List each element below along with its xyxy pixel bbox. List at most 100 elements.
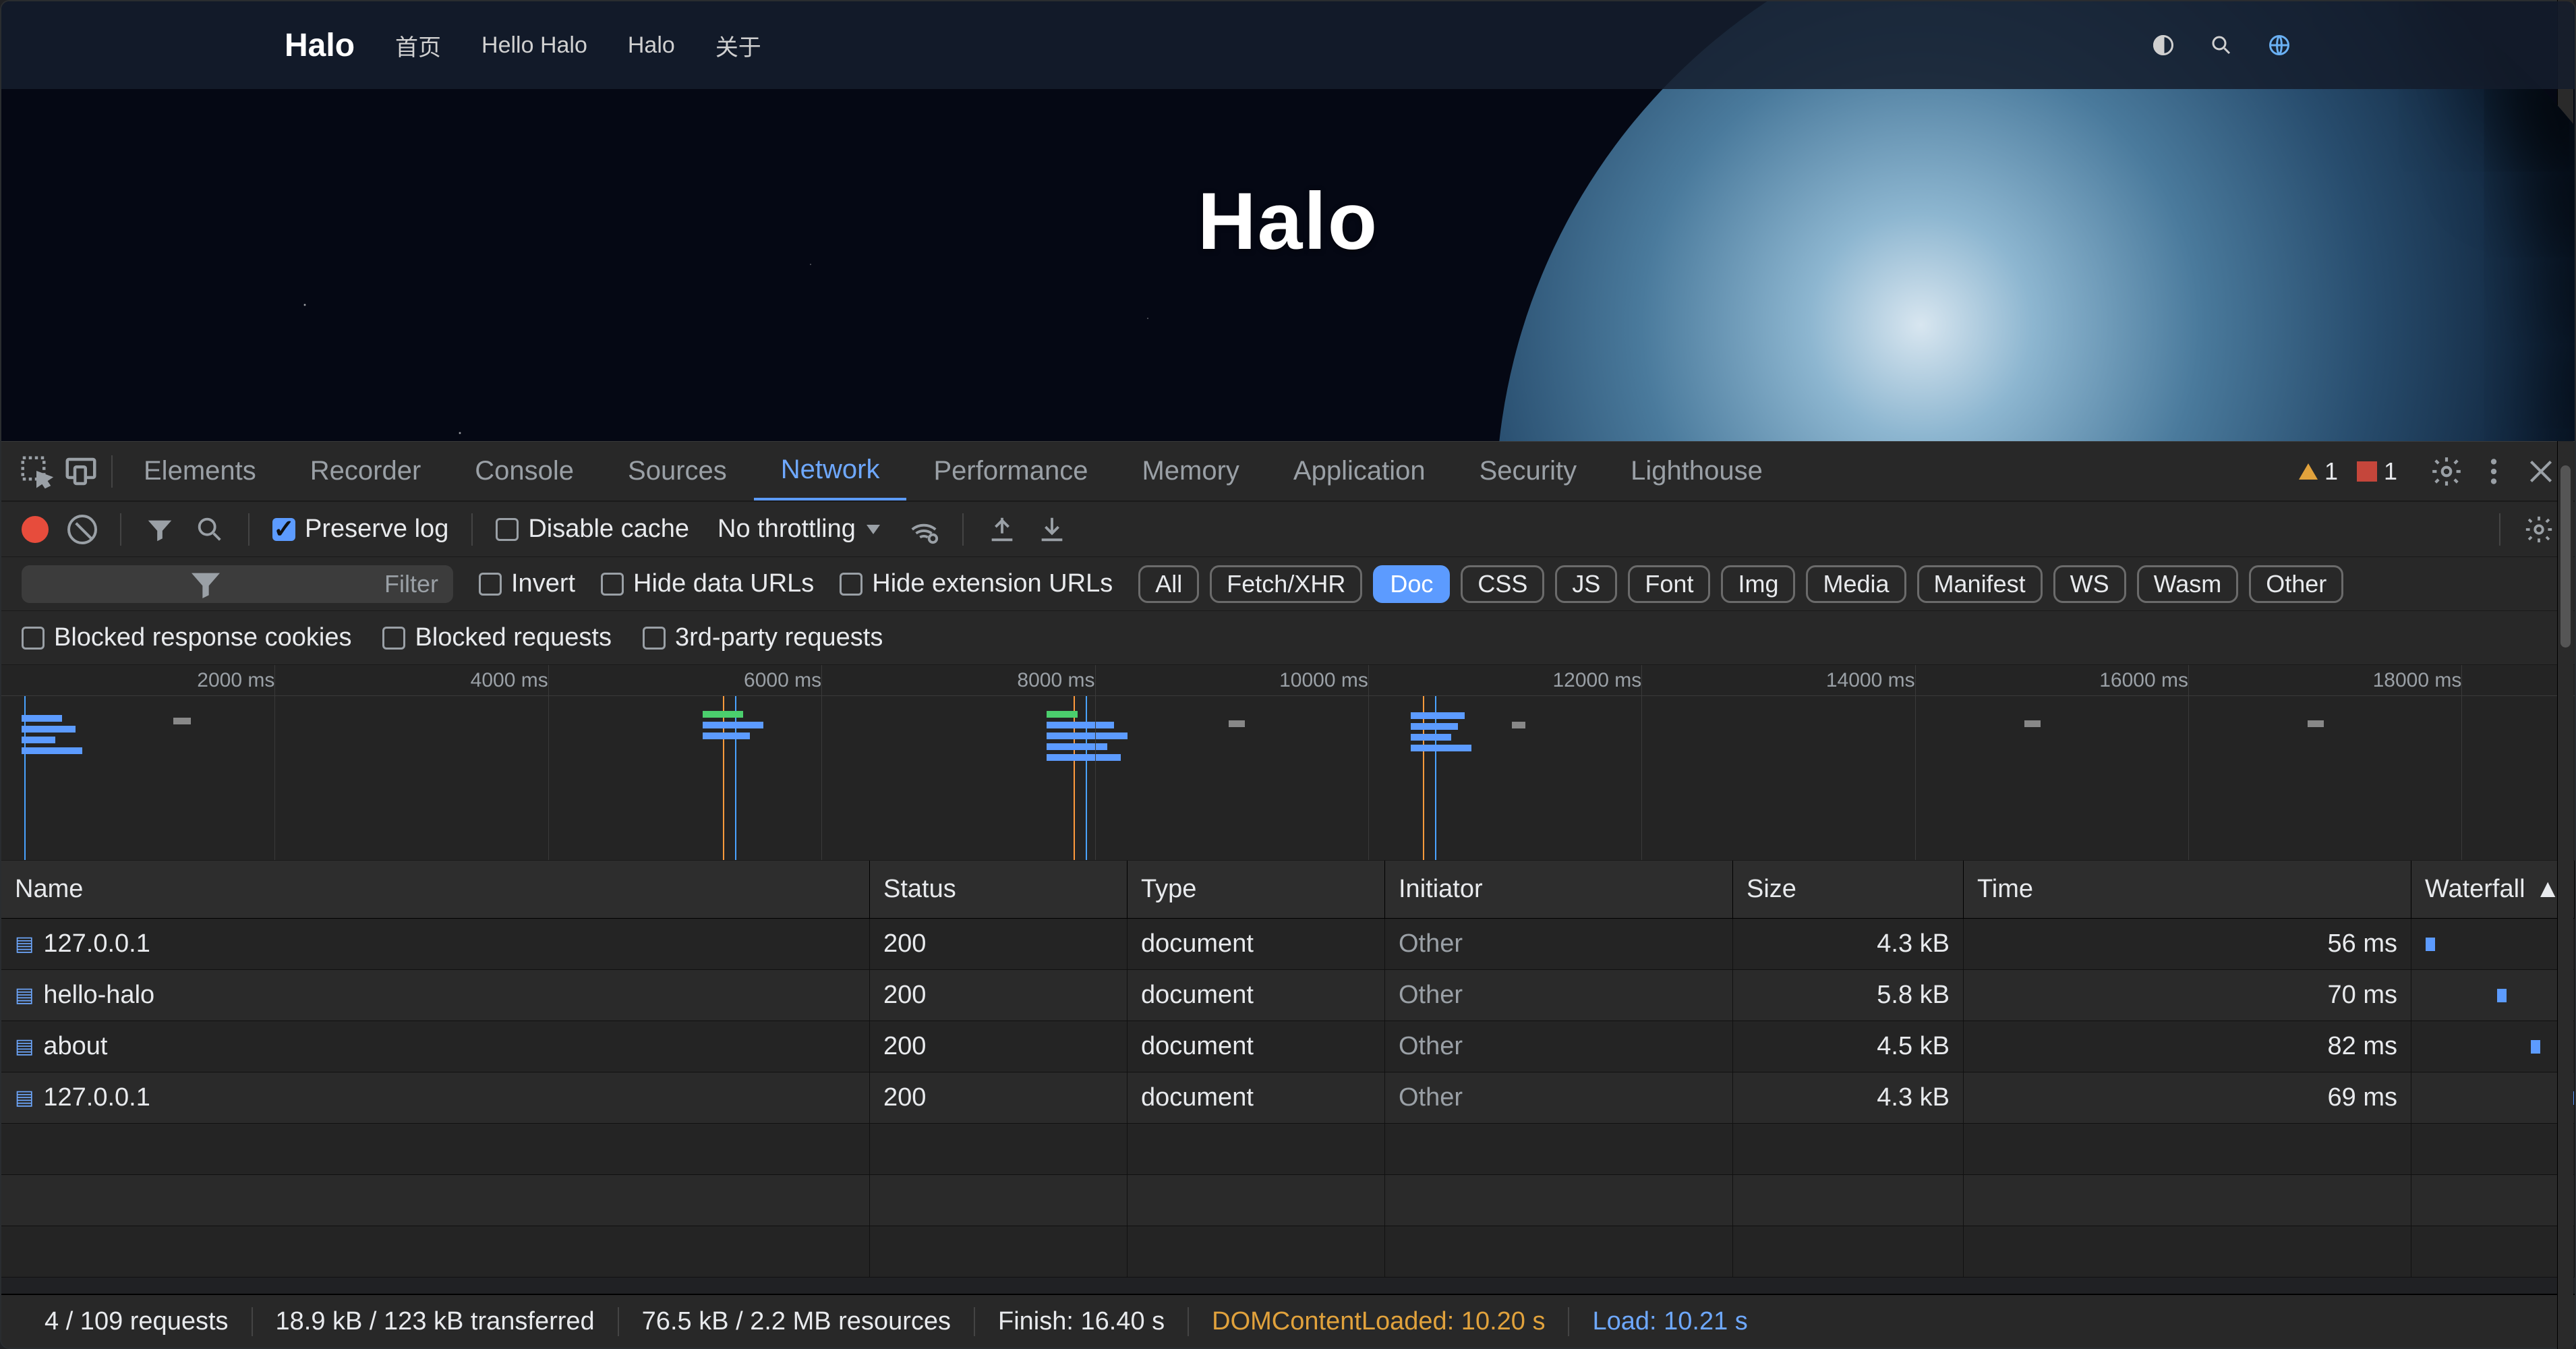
device-toolbar-icon[interactable] xyxy=(63,453,99,490)
search-icon[interactable] xyxy=(2209,33,2233,57)
third-party-checkbox[interactable]: 3rd-party requests xyxy=(643,623,883,652)
divider xyxy=(111,455,113,488)
network-settings-icon[interactable] xyxy=(2523,514,2554,545)
tab-network[interactable]: Network xyxy=(754,442,907,500)
request-waterfall xyxy=(2411,1072,2575,1123)
filter-pill-css[interactable]: CSS xyxy=(1461,565,1544,603)
warnings-badge[interactable]: 1 xyxy=(2299,457,2338,486)
request-time: 69 ms xyxy=(1964,1072,2411,1123)
document-icon: ▤ xyxy=(15,983,34,1007)
preview-brand[interactable]: Halo xyxy=(285,27,355,64)
request-initiator: Other xyxy=(1385,919,1733,969)
request-type: document xyxy=(1128,970,1385,1021)
blocked-requests-checkbox[interactable]: Blocked requests xyxy=(382,623,612,652)
filter-pill-fetchxhr[interactable]: Fetch/XHR xyxy=(1210,565,1362,603)
import-har-icon[interactable] xyxy=(1036,514,1067,545)
request-size: 4.3 kB xyxy=(1733,919,1964,969)
timeline-tick: 2000 ms xyxy=(197,669,274,692)
filter-pill-manifest[interactable]: Manifest xyxy=(1917,565,2043,603)
network-conditions-icon[interactable] xyxy=(908,514,939,545)
filter-pill-wasm[interactable]: Wasm xyxy=(2137,565,2239,603)
filter-pill-all[interactable]: All xyxy=(1138,565,1199,603)
status-finish: Finish: 16.40 s xyxy=(975,1307,1189,1336)
table-row-empty xyxy=(1,1175,2575,1226)
filter-pill-font[interactable]: Font xyxy=(1628,565,1710,603)
timeline-tick: 8000 ms xyxy=(1017,669,1094,692)
theme-toggle-icon[interactable] xyxy=(2151,33,2175,57)
settings-icon[interactable] xyxy=(2430,455,2463,488)
status-load: Load: 10.21 s xyxy=(1569,1307,1770,1336)
invert-checkbox[interactable]: Invert xyxy=(479,569,575,598)
filter-pill-img[interactable]: Img xyxy=(1721,565,1795,603)
filter-input[interactable]: Filter xyxy=(22,565,453,603)
preserve-log-checkbox[interactable]: ✓Preserve log xyxy=(272,515,448,544)
timeline-tick: 14000 ms xyxy=(1826,669,1915,692)
errors-badge[interactable]: 1 xyxy=(2357,457,2397,486)
more-icon[interactable] xyxy=(2477,455,2511,488)
request-status: 200 xyxy=(870,919,1128,969)
table-row[interactable]: ▤hello-halo200documentOther5.8 kB70 ms xyxy=(1,970,2575,1021)
export-har-icon[interactable] xyxy=(987,514,1018,545)
divider xyxy=(2499,513,2500,546)
request-time: 56 ms xyxy=(1964,919,2411,969)
tab-elements[interactable]: Elements xyxy=(117,442,283,500)
tab-recorder[interactable]: Recorder xyxy=(283,442,448,500)
checkbox-icon xyxy=(496,518,519,541)
timeline-tick: 16000 ms xyxy=(2099,669,2188,692)
close-icon[interactable] xyxy=(2524,455,2558,488)
blocked-cookies-checkbox[interactable]: Blocked response cookies xyxy=(22,623,351,652)
col-initiator[interactable]: Initiator xyxy=(1385,861,1733,918)
request-name: 127.0.0.1 xyxy=(43,929,150,958)
search-network-icon[interactable] xyxy=(194,514,225,545)
tab-lighthouse[interactable]: Lighthouse xyxy=(1604,442,1790,500)
col-size[interactable]: Size xyxy=(1733,861,1964,918)
tab-performance[interactable]: Performance xyxy=(906,442,1115,500)
inspect-element-icon[interactable] xyxy=(18,453,55,490)
throttling-select[interactable]: No throttling xyxy=(708,515,889,544)
status-domcontentloaded: DOMContentLoaded: 10.20 s xyxy=(1189,1307,1569,1336)
devtools-tabbar: ElementsRecorderConsoleSourcesNetworkPer… xyxy=(1,441,2575,502)
tab-application[interactable]: Application xyxy=(1266,442,1453,500)
preview-nav-halo[interactable]: Halo xyxy=(628,32,675,59)
table-row[interactable]: ▤127.0.0.1200documentOther4.3 kB69 ms xyxy=(1,1072,2575,1124)
table-row-empty xyxy=(1,1124,2575,1175)
filter-pill-other[interactable]: Other xyxy=(2249,565,2343,603)
col-waterfall[interactable]: Waterfall▲ xyxy=(2411,861,2575,918)
record-button[interactable] xyxy=(22,516,49,543)
scrollbar-thumb[interactable] xyxy=(2560,465,2571,648)
preview-nav-home[interactable]: 首页 xyxy=(395,29,441,62)
disable-cache-checkbox[interactable]: Disable cache xyxy=(496,515,689,544)
filter-toggle-icon[interactable] xyxy=(144,514,175,545)
timeline-overview[interactable]: 2000 ms4000 ms6000 ms8000 ms10000 ms1200… xyxy=(1,665,2575,861)
filter-pill-media[interactable]: Media xyxy=(1806,565,1906,603)
table-row[interactable]: ▤about200documentOther4.5 kB82 ms xyxy=(1,1021,2575,1072)
timeline-tick: 6000 ms xyxy=(744,669,821,692)
request-time: 70 ms xyxy=(1964,970,2411,1021)
filter-pill-js[interactable]: JS xyxy=(1555,565,1617,603)
preview-nav-hello-halo[interactable]: Hello Halo xyxy=(481,32,587,59)
filter-pill-ws[interactable]: WS xyxy=(2053,565,2126,603)
col-time[interactable]: Time xyxy=(1964,861,2411,918)
network-toolbar-primary: ✓Preserve log Disable cache No throttlin… xyxy=(1,502,2575,557)
hide-extension-urls-checkbox[interactable]: Hide extension URLs xyxy=(840,569,1113,598)
chevron-down-icon xyxy=(867,525,880,534)
table-row[interactable]: ▤127.0.0.1200documentOther4.3 kB56 ms xyxy=(1,919,2575,970)
tab-security[interactable]: Security xyxy=(1453,442,1604,500)
tab-memory[interactable]: Memory xyxy=(1115,442,1266,500)
clear-button[interactable] xyxy=(67,515,97,544)
warning-icon xyxy=(2299,463,2318,480)
col-type[interactable]: Type xyxy=(1128,861,1385,918)
preview-nav-about[interactable]: 关于 xyxy=(715,29,761,62)
globe-icon[interactable] xyxy=(2267,33,2291,57)
status-bar: 4 / 109 requests 18.9 kB / 123 kB transf… xyxy=(1,1294,2575,1348)
filter-pill-doc[interactable]: Doc xyxy=(1373,565,1450,603)
hide-data-urls-checkbox[interactable]: Hide data URLs xyxy=(601,569,814,598)
tab-sources[interactable]: Sources xyxy=(601,442,754,500)
tab-console[interactable]: Console xyxy=(448,442,601,500)
request-status: 200 xyxy=(870,1021,1128,1072)
col-name[interactable]: Name xyxy=(1,861,870,918)
col-status[interactable]: Status xyxy=(870,861,1128,918)
preview-hero-title: Halo xyxy=(1198,175,1378,268)
request-status: 200 xyxy=(870,1072,1128,1123)
request-status: 200 xyxy=(870,970,1128,1021)
